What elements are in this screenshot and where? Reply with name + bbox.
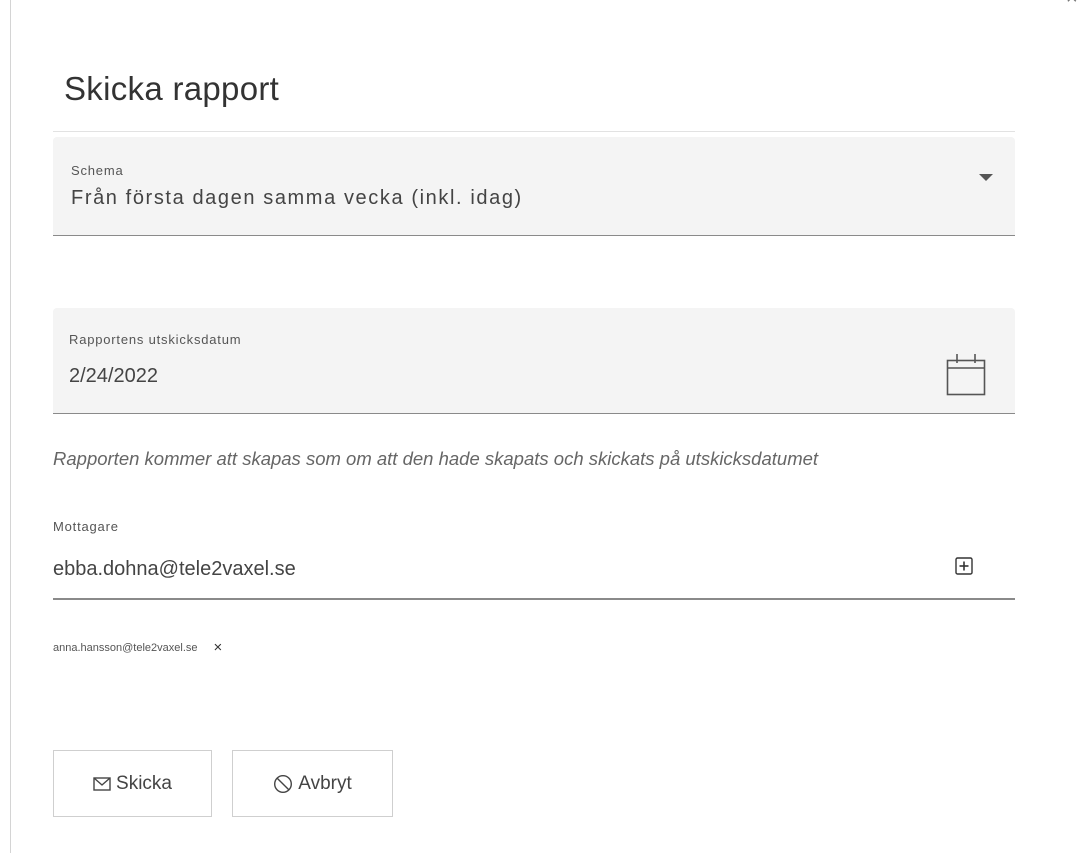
schedule-value: Från första dagen samma vecka (inkl. ida…: [71, 187, 523, 209]
title-divider: [53, 131, 1015, 132]
dialog-left-border: [10, 0, 11, 853]
calendar-icon[interactable]: [946, 353, 986, 397]
add-box-icon[interactable]: [955, 557, 973, 575]
close-icon[interactable]: ×: [1066, 0, 1078, 9]
send-date-field[interactable]: Rapportens utskicksdatum 2/24/2022: [53, 308, 1015, 414]
schedule-label: Schema: [71, 163, 124, 178]
dropdown-arrow-icon[interactable]: [979, 174, 993, 181]
send-button-label: Skicka: [116, 772, 172, 794]
send-date-value: 2/24/2022: [69, 365, 158, 387]
send-date-hint: Rapporten kommer att skapas som om att d…: [53, 448, 819, 469]
close-button[interactable]: ×: [1066, 0, 1083, 8]
mail-icon: [93, 776, 111, 791]
recipients-label: Mottagare: [53, 519, 119, 534]
recipient-chip-email: anna.hansson@tele2vaxel.se: [53, 641, 198, 654]
cancel-button-label: Avbryt: [298, 772, 352, 794]
cancel-button[interactable]: Avbryt: [232, 750, 393, 817]
recipient-email-input[interactable]: [53, 552, 1015, 600]
block-icon: [273, 774, 293, 794]
recipient-chip: anna.hansson@tele2vaxel.se ×: [53, 640, 222, 655]
remove-recipient-icon[interactable]: ×: [214, 640, 223, 655]
send-button[interactable]: Skicka: [53, 750, 212, 817]
send-report-dialog: × Skicka rapport Schema Från första dage…: [0, 0, 1083, 853]
schedule-select[interactable]: Schema Från första dagen samma vecka (in…: [53, 137, 1015, 236]
send-date-label: Rapportens utskicksdatum: [69, 332, 242, 347]
dialog-title: Skicka rapport: [64, 70, 280, 107]
